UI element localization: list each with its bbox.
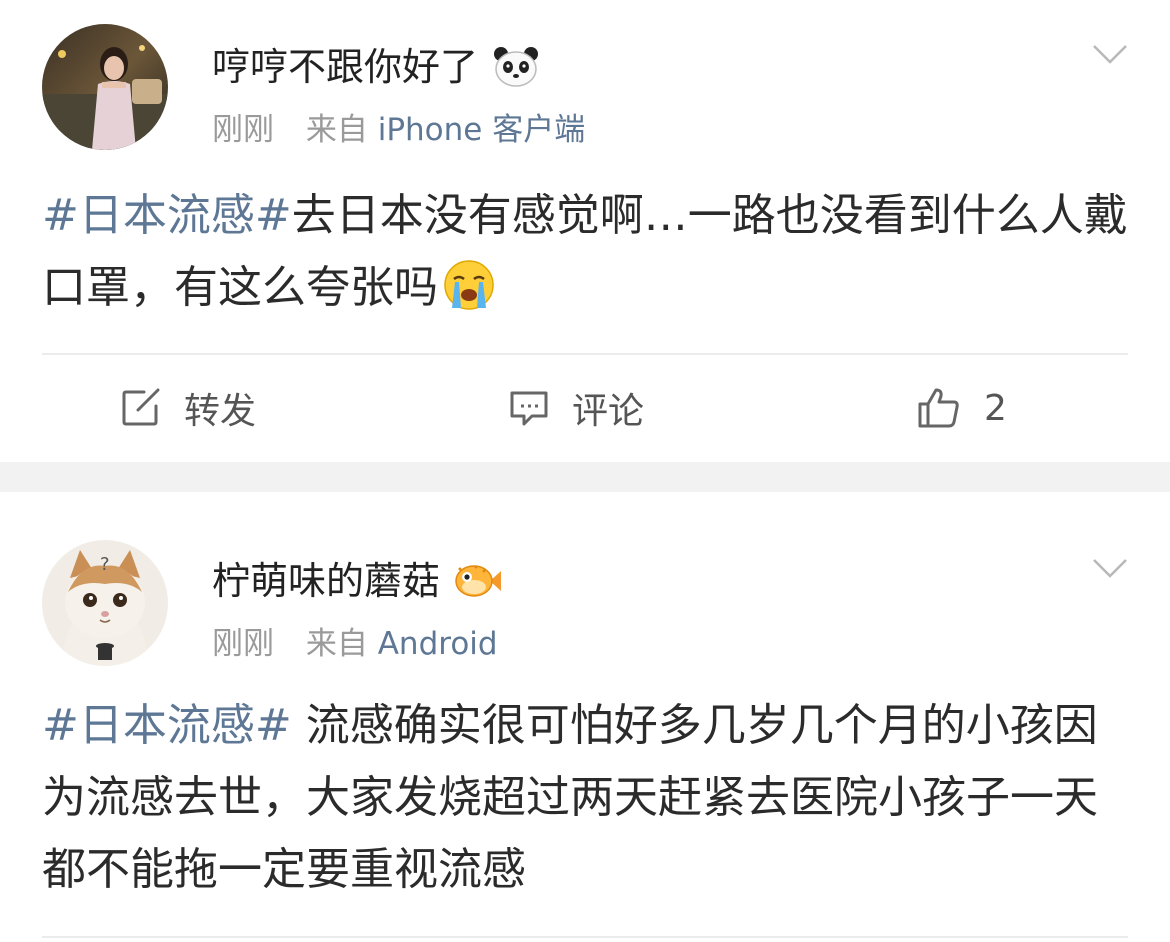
like-count: 2 [984,387,1007,429]
like-button[interactable]: 2 [916,356,1007,460]
user-avatar[interactable]: ? [42,540,168,666]
svg-text:?: ? [100,554,110,575]
comment-button[interactable]: 评论 [508,356,644,460]
repost-icon [122,388,160,426]
pufferfish-icon [454,559,502,603]
comment-label: 评论 [572,391,645,432]
divider [42,353,1128,355]
username[interactable]: 柠萌味的蘑菇 [212,558,502,604]
post-meta: 刚刚 来自 Android [212,624,498,664]
username-text[interactable]: 哼哼不跟你好了 [212,44,478,90]
username[interactable]: 哼哼不跟你好了 [212,44,540,90]
user-avatar[interactable] [42,24,168,150]
panda-icon [492,45,540,89]
topic-link[interactable]: #日本流感# [42,700,292,751]
from-prefix: 来自 [305,112,368,148]
client-source[interactable]: Android [378,626,498,662]
post-time: 刚刚 [212,112,274,148]
from-prefix: 来自 [305,626,368,662]
weibo-post-2: ? 柠萌味的蘑菇 刚刚 来自 Android #日本流感# 流感确实很可怕好多几… [0,492,1170,942]
weibo-post-1: 哼哼不跟你好了 刚刚 来自 iPhone 客户端 #日本流感#去日本没有感觉啊…… [0,0,1170,462]
topic-link[interactable]: #日本流感# [42,190,292,241]
repost-button[interactable]: 转发 [120,356,256,460]
chevron-down-icon[interactable] [1092,42,1128,66]
repost-label: 转发 [184,391,257,432]
post-content: #日本流感#去日本没有感觉啊…一路也没看到什么人戴口罩，有这么夸张吗 [42,180,1132,324]
post-separator [0,462,1170,492]
post-action-bar: 转发 评论 2 [0,356,1170,460]
crying-face-icon [442,258,496,312]
post-time: 刚刚 [212,626,274,662]
post-meta: 刚刚 来自 iPhone 客户端 [212,110,585,150]
thumbs-up-icon [918,388,959,428]
client-source[interactable]: iPhone 客户端 [378,112,586,148]
username-text[interactable]: 柠萌味的蘑菇 [212,558,440,604]
comment-icon [510,391,548,426]
post-content: #日本流感# 流感确实很可怕好多几岁几个月的小孩因为流感去世，大家发烧超过两天赶… [42,690,1132,906]
chevron-down-icon[interactable] [1092,556,1128,580]
divider [42,936,1128,938]
